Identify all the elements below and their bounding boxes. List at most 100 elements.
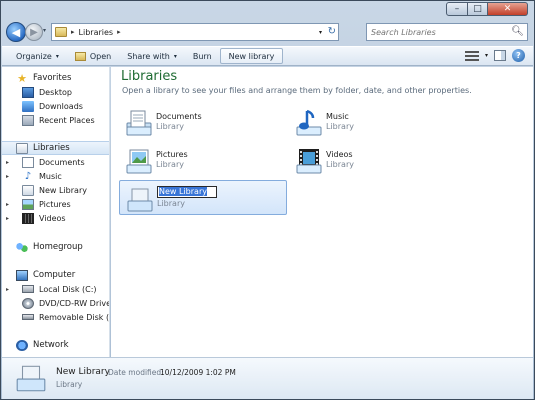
libraries-icon [16,142,28,154]
chevron-down-icon[interactable]: ▾ [485,52,488,59]
library-videos[interactable]: Videos Library [289,143,457,178]
library-new-library[interactable]: New Library Library [119,180,287,215]
nav-computer[interactable]: Computer [2,268,109,282]
details-modified-value: 10/12/2009 1:02 PM [160,368,236,377]
share-with-label: Share with [127,51,170,61]
search-box[interactable]: 🔍︎ [366,23,528,41]
music-library-icon [296,109,322,136]
details-name: New Library [56,367,110,377]
rename-field[interactable]: New Library [157,186,217,198]
address-row: ◀ ▶ ▾ ▸ Libraries ▸ ▾ ↻ 🔍︎ [1,18,534,46]
search-input[interactable] [371,27,511,37]
nav-label: Documents [39,157,85,167]
expander-icon[interactable]: ▸ [6,173,9,180]
search-icon[interactable]: 🔍︎ [511,26,524,37]
nav-item-music[interactable]: ▸ ♪ Music [2,169,109,183]
details-modified-label: Date modified: [108,368,164,377]
nav-label: Network [33,340,69,350]
nav-favorites[interactable]: ★ Favorites [2,71,109,85]
folder-open-icon [74,51,86,61]
videos-icon [22,212,34,224]
chevron-right-icon[interactable]: ▸ [71,28,75,36]
command-bar: Organize ▾ Open Share with ▾ Burn New li… [2,46,533,66]
documents-library-icon [126,110,152,136]
back-button[interactable]: ◀ [6,22,26,42]
change-view-icon[interactable] [464,50,479,61]
nav-item-documents[interactable]: ▸ Documents [2,155,109,169]
nav-item-dvd-drive[interactable]: DVD/CD-RW Drive (I [2,296,109,310]
library-type: Library [157,199,185,208]
new-library-label: New library [228,51,275,61]
nav-label: Favorites [33,73,72,83]
computer-icon [16,269,28,281]
new-library-button[interactable]: New library [219,48,284,64]
nav-item-pictures[interactable]: ▸ Pictures [2,197,109,211]
downloads-icon [22,100,34,112]
refresh-icon[interactable]: ↻ [328,26,336,37]
preview-pane-icon[interactable] [494,50,506,61]
homegroup-icon [16,241,28,253]
nav-label: Libraries [33,143,70,153]
navigation-pane: ★ Favorites Desktop Downloads Recent Pla… [2,67,110,357]
nav-label: Computer [33,270,76,280]
organize-button[interactable]: Organize ▾ [8,48,67,64]
nav-item-videos[interactable]: ▸ Videos [2,211,109,225]
address-dropdown[interactable]: ▾ [319,29,322,36]
pictures-library-icon [126,149,152,174]
caption-buttons: – □ ✕ [446,2,528,16]
library-documents[interactable]: Documents Library [119,105,287,140]
expander-icon[interactable]: ▸ [6,286,9,293]
breadcrumb-libraries[interactable]: Libraries [79,28,114,37]
new-library-icon [127,188,153,212]
expander-icon[interactable]: ▸ [6,201,9,208]
nav-item-local-disk[interactable]: ▸ Local Disk (C:) [2,282,109,296]
page-title: Libraries [121,69,178,84]
nav-item-desktop[interactable]: Desktop [2,85,109,99]
library-type: Library [326,160,354,169]
content-pane: Libraries Open a library to see your fil… [111,67,533,357]
nav-item-recent-places[interactable]: Recent Places [2,113,109,127]
nav-label: Homegroup [33,242,83,252]
library-name: Videos [326,150,353,159]
library-pictures[interactable]: Pictures Library [119,143,287,178]
library-name: Documents [156,112,202,121]
pictures-icon [22,198,34,210]
videos-library-icon [296,149,322,174]
star-icon: ★ [17,71,27,85]
maximize-button[interactable]: □ [468,2,488,16]
recent-pages-dropdown[interactable]: ▾ [43,27,46,34]
share-with-button[interactable]: Share with ▾ [119,48,185,64]
address-bar[interactable]: ▸ Libraries ▸ ▾ ↻ [51,23,339,41]
library-type: Library [156,160,184,169]
nav-item-downloads[interactable]: Downloads [2,99,109,113]
minimize-button[interactable]: – [446,2,468,16]
nav-item-removable-disk[interactable]: Removable Disk (E:) [2,310,109,324]
expander-icon[interactable]: ▸ [6,159,9,166]
nav-label: Pictures [39,199,71,209]
nav-item-new-library[interactable]: New Library [2,183,109,197]
library-name: Pictures [156,150,188,159]
recent-places-icon [22,114,34,126]
close-button[interactable]: ✕ [488,2,528,16]
nav-label: Music [39,171,62,181]
new-library-icon [16,365,46,392]
nav-network[interactable]: Network [2,338,109,352]
desktop-icon [22,86,34,98]
help-icon[interactable]: ? [512,49,525,62]
open-button[interactable]: Open [67,48,119,64]
burn-button[interactable]: Burn [185,48,220,64]
library-music[interactable]: Music Library [289,105,457,140]
library-icon [22,184,34,196]
library-type: Library [156,122,184,131]
network-icon [16,339,28,351]
hard-disk-icon [22,285,34,293]
library-name: Music [326,112,349,121]
chevron-right-icon[interactable]: ▸ [117,28,121,36]
details-pane: New Library Date modified: 10/12/2009 1:… [2,357,533,399]
expander-icon[interactable]: ▸ [6,215,9,222]
rename-selected-text: New Library [159,187,207,196]
details-type: Library [56,380,83,389]
forward-button[interactable]: ▶ [25,23,43,41]
nav-libraries[interactable]: Libraries [2,141,109,155]
nav-homegroup[interactable]: Homegroup [2,240,109,254]
